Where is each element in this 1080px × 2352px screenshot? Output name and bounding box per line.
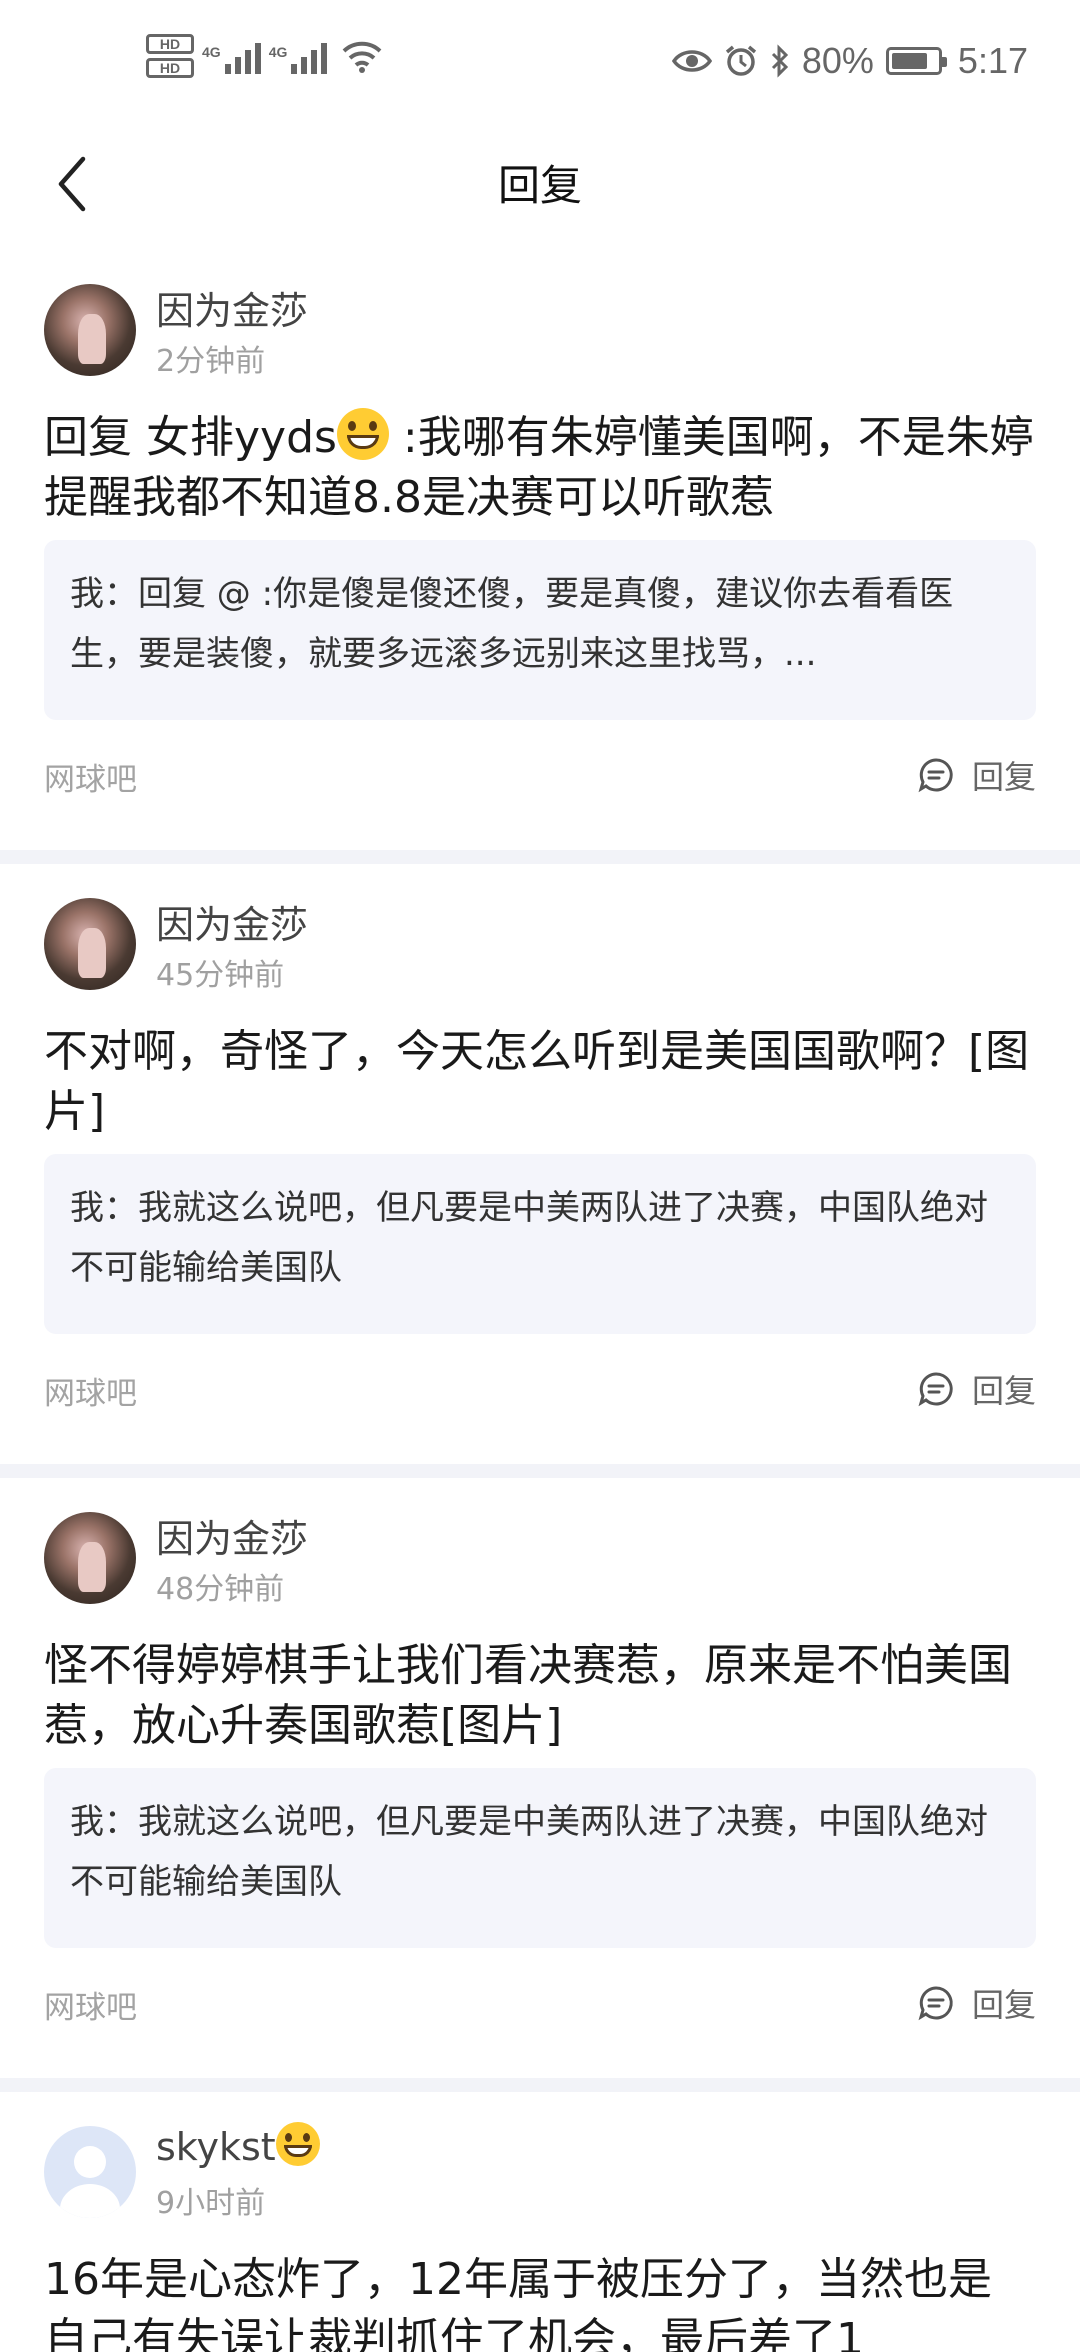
reply-label: 回复 [971,1372,1036,1410]
hd1-icon: HD [146,34,194,54]
hd2-icon: HD [146,58,194,78]
alarm-icon [725,45,756,76]
username-text: skykst [156,2125,276,2169]
clock: 5:17 [957,40,1028,81]
quoted-reply[interactable]: 我：回复 @ :你是傻是傻还傻，要是真傻，建议你去看看医生，要是装傻，就要多远滚… [44,540,1036,720]
reply-button[interactable]: 回复 [918,1978,1036,2028]
username[interactable]: 因为金莎 [156,280,308,335]
page-title: 回复 [497,161,582,210]
comment-icon [918,1372,953,1407]
timestamp: 45分钟前 [156,958,285,993]
forum-name[interactable]: 网球吧 [44,1982,137,2027]
timestamp: 48分钟前 [156,1572,285,1607]
divider [0,850,1080,864]
divider [0,1464,1080,1478]
reply-card[interactable]: skykst 9小时前 16年是心态炸了，12年属于被压分了，当然也是自己有失误… [0,2092,1080,2352]
comment-icon [918,1986,953,2021]
network-indicators: HD HD 4G 4G [146,34,383,78]
system-indicators: 80% 5:17 [671,40,1028,82]
quoted-reply[interactable]: 我：我就这么说吧，但凡要是中美两队进了决赛，中国队绝对不可能输给美国队 [44,1768,1036,1948]
battery-icon [885,47,947,75]
reply-label: 回复 [971,1986,1036,2024]
grinning-emoji-icon [336,408,389,460]
reply-card[interactable]: 因为金莎 45分钟前 不对啊，奇怪了，今天怎么听到是美国国歌啊？[图片] 我：我… [0,864,1080,1464]
reply-card[interactable]: 因为金莎 48分钟前 怪不得婷婷棋手让我们看决赛惹，原来是不怕美国惹，放心升奏国… [0,1478,1080,2078]
avatar[interactable] [44,284,136,376]
network-type-1: 4G [202,44,221,60]
timestamp: 2分钟前 [156,344,266,379]
avatar[interactable] [44,2126,136,2218]
divider [0,2078,1080,2092]
battery-percent: 80% [801,40,874,81]
comment-text: 不对啊，奇怪了，今天怎么听到是美国国歌啊？[图片] [44,1026,1030,1137]
quoted-reply[interactable]: 我：我就这么说吧，但凡要是中美两队进了决赛，中国队绝对不可能输给美国队 [44,1154,1036,1334]
reply-list: 因为金莎 2分钟前 回复 女排yyds :我哪有朱婷懂美国啊，不是朱婷提醒我都不… [0,250,1080,2352]
username[interactable]: skykst [156,2122,320,2169]
reply-label: 回复 [971,758,1036,796]
grinning-emoji-icon [275,2122,320,2166]
comment-text: 怪不得婷婷棋手让我们看决赛惹，原来是不怕美国惹，放心升奏国歌惹[图片] [44,1640,1012,1751]
reply-button[interactable]: 回复 [918,1364,1036,1414]
username[interactable]: 因为金莎 [156,894,308,949]
bluetooth-icon [771,44,788,78]
network-type-2: 4G [268,44,288,60]
hd-icons: HD HD [146,34,194,78]
timestamp: 9小时前 [156,2186,266,2221]
comment-icon [918,758,953,793]
wifi-icon [342,41,382,73]
eye-icon [671,50,712,72]
reply-card[interactable]: 因为金莎 2分钟前 回复 女排yyds :我哪有朱婷懂美国啊，不是朱婷提醒我都不… [0,250,1080,850]
comment-text: 16年是心态炸了，12年属于被压分了，当然也是自己有失误让裁判抓住了机会，最后差… [44,2254,992,2352]
status-bar: HD HD 4G 4G 80% 5:17 [0,0,1080,130]
comment-text: 回复 女排yyds :我哪有朱婷懂美国啊，不是朱婷提醒我都不知道8.8是决赛可以… [44,408,1034,528]
avatar[interactable] [44,1512,136,1604]
signal-icon-1 [224,38,261,74]
comment-prefix: 回复 女排yyds [44,412,337,463]
signal-icon-2 [291,38,328,74]
avatar[interactable] [44,898,136,990]
header: 回复 [0,130,1080,242]
username[interactable]: 因为金莎 [156,1508,308,1563]
forum-name[interactable]: 网球吧 [44,754,137,799]
reply-button[interactable]: 回复 [918,750,1036,800]
forum-name[interactable]: 网球吧 [44,1368,137,1413]
